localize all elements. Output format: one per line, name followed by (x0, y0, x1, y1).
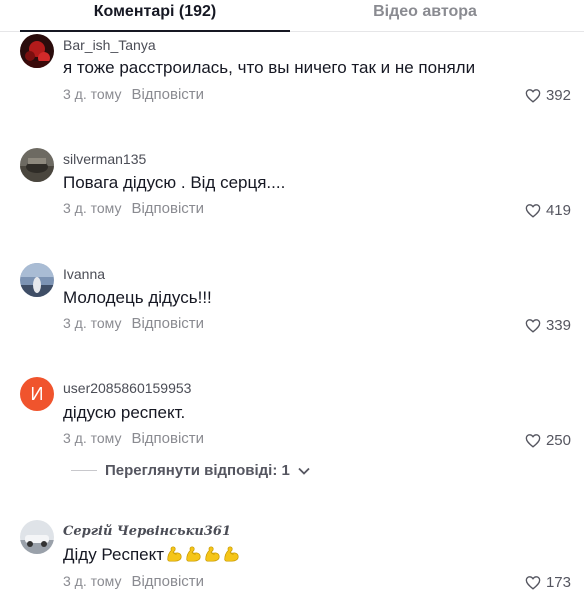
avatar[interactable] (20, 520, 54, 554)
reply-button[interactable]: Відповісти (131, 200, 204, 217)
like-count: 173 (545, 574, 571, 591)
flexed-biceps-icon (205, 546, 220, 562)
comment-text: Повага дідусю . Від серця.... (63, 173, 286, 192)
comment-username[interactable]: Bar_ish_Tanya (63, 37, 156, 53)
like-button[interactable]: 392 (525, 87, 571, 104)
like-button[interactable]: 419 (525, 202, 571, 219)
like-count: 339 (545, 317, 571, 334)
reply-button[interactable]: Відповісти (131, 573, 204, 590)
comment-text: Молодець дідусь!!! (63, 288, 212, 307)
comment-username[interactable]: Ivanna (63, 266, 105, 282)
divider (71, 470, 97, 471)
avatar[interactable] (20, 263, 54, 297)
tab-bar: Коментарі (192) Відео автора (0, 0, 584, 32)
comment-meta: 3 д. тому Відповісти (63, 86, 204, 103)
like-count: 392 (545, 87, 571, 104)
tab-author-videos[interactable]: Відео автора (290, 0, 560, 32)
comment-meta: 3 д. тому Відповісти (63, 200, 204, 217)
comment-time: 3 д. тому (63, 200, 122, 216)
reply-button[interactable]: Відповісти (131, 315, 204, 332)
view-replies-label: Переглянути відповіді: 1 (105, 462, 290, 479)
comment-time: 3 д. тому (63, 86, 122, 102)
comment-meta: 3 д. тому Відповісти (63, 430, 204, 447)
comment-username[interactable]: silverman135 (63, 151, 146, 167)
avatar[interactable]: И (20, 377, 54, 411)
comment-username[interactable]: user2085860159953 (63, 380, 191, 396)
comment-text: Діду Респект (63, 545, 240, 565)
like-button[interactable]: 173 (525, 574, 571, 591)
flexed-biceps-icon (167, 546, 182, 562)
flexed-biceps-icon (224, 546, 239, 562)
active-tab-indicator (20, 30, 290, 32)
heart-icon (525, 576, 541, 590)
comment-username[interactable]: Сергій Червінськи361 (63, 524, 231, 539)
comment-time: 3 д. тому (63, 315, 122, 331)
like-count: 419 (545, 202, 571, 219)
avatar[interactable] (20, 148, 54, 182)
heart-icon (525, 204, 541, 218)
comment-meta: 3 д. тому Відповісти (63, 315, 204, 332)
comment-text-content: Діду Респект (63, 545, 165, 564)
like-button[interactable]: 250 (525, 432, 571, 449)
comment-text: я тоже расстроилась, что вы ничего так и… (63, 58, 476, 77)
heart-icon (525, 319, 541, 333)
flexed-biceps-icon (186, 546, 201, 562)
comment-meta: 3 д. тому Відповісти (63, 573, 204, 590)
heart-icon (525, 89, 541, 103)
comment-time: 3 д. тому (63, 573, 122, 589)
avatar[interactable] (20, 34, 54, 68)
comment-time: 3 д. тому (63, 430, 122, 446)
comment-text: дідусю респект. (63, 403, 186, 422)
heart-icon (525, 434, 541, 448)
reply-button[interactable]: Відповісти (131, 430, 204, 447)
like-count: 250 (545, 432, 571, 449)
reply-button[interactable]: Відповісти (131, 86, 204, 103)
tab-comments[interactable]: Коментарі (192) (20, 0, 290, 32)
chevron-down-icon (298, 467, 310, 475)
view-replies-button[interactable]: Переглянути відповіді: 1 (71, 462, 310, 479)
like-button[interactable]: 339 (525, 317, 571, 334)
